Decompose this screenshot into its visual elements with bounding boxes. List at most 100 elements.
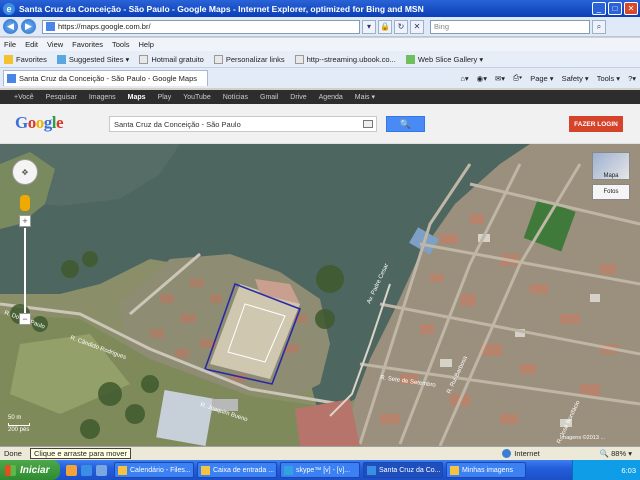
minimize-button[interactable]: _	[592, 2, 606, 15]
favorites-bar: Favorites Suggested Sites ▾ Hotmail grat…	[0, 51, 640, 68]
gbar-youtube[interactable]: YouTube	[183, 94, 211, 101]
ie-icon[interactable]	[81, 464, 92, 476]
favorite-item-suggested-sites[interactable]: Suggested Sites ▾	[56, 54, 129, 64]
login-button[interactable]: FAZER LOGIN	[569, 116, 623, 132]
maps-search-input[interactable]: Santa Cruz da Conceição - São Paulo	[109, 116, 377, 132]
clock[interactable]: 6:03	[621, 466, 636, 475]
menu-help[interactable]: Help	[139, 40, 154, 49]
home-icon[interactable]: ⌂▾	[460, 74, 468, 83]
stop-icon[interactable]: ✕	[410, 19, 424, 34]
window-icon	[201, 465, 210, 475]
gbar-images[interactable]: Imagens	[89, 94, 116, 101]
help-icon[interactable]: ?▾	[628, 74, 636, 83]
system-tray: 6:03	[572, 460, 640, 480]
zoom-in-button[interactable]: +	[19, 215, 31, 227]
mail-icon[interactable]: ✉▾	[495, 74, 505, 83]
ie-icon	[367, 465, 376, 475]
window-title: Santa Cruz da Conceição - São Paulo - Go…	[19, 3, 424, 14]
tab-label: Santa Cruz da Conceição - São Paulo - Go…	[19, 74, 198, 83]
tools-menu[interactable]: Tools ▾	[597, 74, 620, 83]
google-bar: +Você Pesquisar Imagens Maps Play YouTub…	[0, 90, 640, 104]
taskbar-item[interactable]: Caixa de entrada ...	[197, 462, 277, 478]
gbar-search[interactable]: Pesquisar	[46, 94, 77, 101]
taskbar-item[interactable]: Calendário - Files...	[114, 462, 194, 478]
map-controls: ✥ + −	[12, 159, 38, 325]
gbar-plus[interactable]: +Você	[14, 94, 34, 101]
favorites-button[interactable]: Favorites	[4, 54, 47, 64]
menu-file[interactable]: File	[4, 40, 16, 49]
pan-control[interactable]: ✥	[12, 159, 38, 185]
command-bar: ⌂▾ ◉▾ ✉▾ ⎙▾ Page ▾ Safety ▾ Tools ▾ ?▾	[452, 73, 636, 83]
close-button[interactable]: ✕	[624, 2, 638, 15]
taskbar: Iniciar Calendário - Files... Caixa de e…	[0, 460, 640, 480]
menu-favorites[interactable]: Favorites	[72, 40, 103, 49]
address-url: https://maps.google.com.br/	[58, 22, 151, 31]
page-icon	[294, 54, 304, 64]
feeds-icon[interactable]: ◉▾	[477, 74, 487, 83]
refresh-icon[interactable]: ↻	[394, 19, 408, 34]
gbar-calendar[interactable]: Agenda	[319, 94, 343, 101]
favorites-label: Favorites	[16, 54, 47, 64]
star-icon	[4, 54, 13, 64]
map-scale: 50 m 200 pés	[8, 414, 30, 435]
maximize-button[interactable]: □	[608, 2, 622, 15]
print-icon[interactable]: ⎙▾	[513, 73, 522, 83]
search-icon[interactable]: ⌕	[592, 19, 606, 34]
lock-icon[interactable]: 🔒	[378, 19, 392, 34]
gbar-more[interactable]: Mais ▾	[355, 93, 375, 101]
back-button[interactable]: ◀	[3, 19, 18, 34]
bing-search-input[interactable]: Bing	[430, 19, 590, 34]
menu-edit[interactable]: Edit	[25, 40, 38, 49]
zoom-slider[interactable]	[24, 228, 26, 313]
address-field[interactable]: https://maps.google.com.br/	[42, 19, 360, 34]
map-type-photos-button[interactable]: Fotos	[592, 184, 630, 200]
suggested-sites-icon	[56, 54, 66, 64]
search-button[interactable]: 🔍	[386, 116, 425, 132]
favorite-item-personalizar[interactable]: Personalizar links	[213, 54, 285, 64]
tab-google-maps[interactable]: Santa Cruz da Conceição - São Paulo - Go…	[3, 70, 208, 86]
favorite-label: Web Slice Gallery ▾	[417, 54, 484, 64]
gbar-gmail[interactable]: Gmail	[260, 94, 278, 101]
security-zone[interactable]: Internet	[502, 449, 540, 458]
window-icon	[118, 465, 127, 475]
site-favicon	[46, 22, 55, 31]
map-type-label: Mapa	[603, 173, 619, 179]
menu-view[interactable]: View	[47, 40, 63, 49]
start-button[interactable]: Iniciar	[0, 460, 60, 480]
taskbar-item-active[interactable]: Santa Cruz da Co...	[363, 462, 443, 478]
favorite-item-web-slice[interactable]: Web Slice Gallery ▾	[405, 54, 484, 64]
status-bar: Done Clique e arraste para mover Interne…	[0, 446, 640, 460]
forward-button[interactable]: ▶	[21, 19, 36, 34]
google-header: Google Santa Cruz da Conceição - São Pau…	[0, 104, 640, 144]
desktop-icon[interactable]	[96, 464, 107, 476]
maps-search-value: Santa Cruz da Conceição - São Paulo	[114, 119, 241, 129]
map-type-map-button[interactable]: Mapa	[592, 152, 630, 180]
skype-icon	[284, 465, 293, 475]
zoom-out-button[interactable]: −	[19, 313, 31, 325]
menu-tools[interactable]: Tools	[112, 40, 130, 49]
taskbar-item[interactable]: skype™ [v] - [v]...	[280, 462, 360, 478]
gbar-play[interactable]: Play	[158, 94, 172, 101]
keyboard-icon[interactable]	[363, 120, 373, 128]
zoom-level[interactable]: 🔍 88% ▾	[600, 449, 632, 458]
satellite-imagery: R. Doutor Paulo R. Cândido Rodrigues R. …	[0, 144, 640, 446]
favorite-item-streaming[interactable]: http--streaming.ubook.co...	[294, 54, 396, 64]
gbar-news[interactable]: Notícias	[223, 94, 248, 101]
map-credit[interactable]: Imagens ©2013 ...	[560, 435, 605, 441]
gbar-drive[interactable]: Drive	[290, 94, 306, 101]
gbar-maps[interactable]: Maps	[128, 94, 146, 101]
dropdown-button[interactable]: ▾	[362, 19, 376, 34]
firefox-icon[interactable]	[66, 464, 77, 476]
favorite-item-hotmail[interactable]: Hotmail gratuito	[139, 54, 204, 64]
google-logo[interactable]: Google	[15, 113, 64, 133]
taskbar-item[interactable]: Minhas imagens	[446, 462, 526, 478]
bing-search-placeholder: Bing	[434, 22, 450, 31]
page-icon	[213, 54, 223, 64]
safety-menu[interactable]: Safety ▾	[562, 74, 589, 83]
satellite-map[interactable]: R. Doutor Paulo R. Cândido Rodrigues R. …	[0, 144, 640, 446]
maps-favicon	[7, 74, 16, 83]
folder-icon	[450, 465, 459, 475]
page-menu[interactable]: Page ▾	[530, 74, 553, 83]
map-type-control: Mapa Fotos	[592, 152, 630, 208]
pegman-icon[interactable]	[20, 195, 30, 211]
